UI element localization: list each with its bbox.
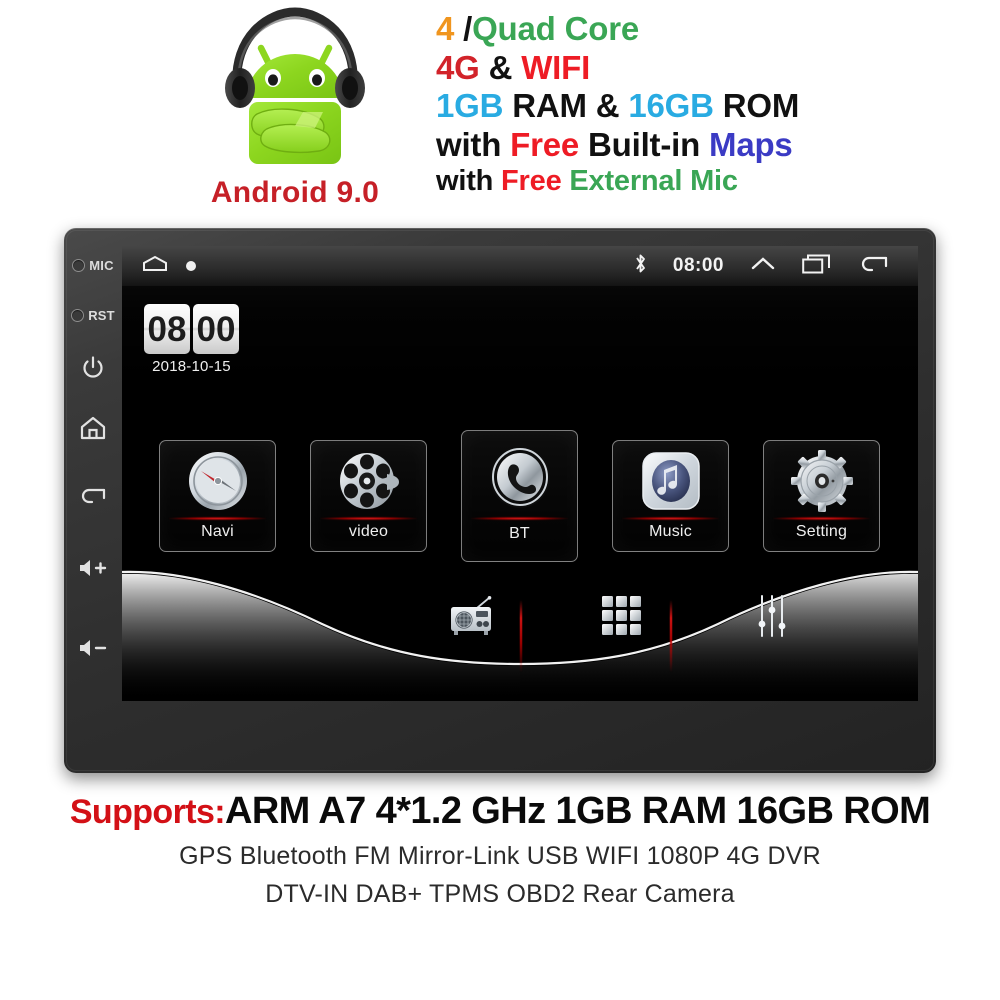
music-note-icon: [613, 447, 728, 515]
dock-item-all-apps[interactable]: [577, 586, 667, 646]
compass-icon: [160, 447, 275, 515]
app-tile-setting[interactable]: Setting: [763, 440, 880, 552]
flip-clock-widget[interactable]: 08 00 2018-10-15: [144, 304, 239, 375]
dock-bar: [122, 586, 918, 672]
dock-item-radio[interactable]: [427, 586, 517, 646]
feature-line-1: GPS Bluetooth FM Mirror-Link USB WIFI 10…: [179, 842, 821, 870]
clock-date: 2018-10-15: [152, 358, 231, 375]
supports-line: Supports:ARM A7 4*1.2 GHz 1GB RAM 16GB R…: [0, 790, 1000, 833]
supports-label: Supports:: [69, 793, 226, 831]
spec-line-3: 1GB RAM & 16GB ROM: [436, 89, 996, 123]
bluetooth-icon: [634, 253, 647, 279]
spec-line-1: 4 /Quad Core: [436, 12, 996, 46]
tile-glow: [773, 517, 870, 520]
spec-part: 16GB: [628, 87, 714, 125]
home-button[interactable]: [64, 416, 122, 444]
dot-indicator-icon: [186, 261, 196, 271]
spec-part: 4: [436, 10, 455, 47]
app-tile-navi[interactable]: Navi: [159, 440, 276, 552]
clock-minutes: 00: [193, 304, 239, 354]
feature-line-2: DTV-IN DAB+ TPMS OBD2 Rear Camera: [265, 880, 735, 908]
spec-part: Built-in: [579, 125, 710, 163]
home-icon: [80, 416, 106, 440]
app-label: Music: [649, 523, 692, 540]
volume-up-icon: [80, 560, 107, 576]
dock-separator: [520, 600, 522, 672]
reset-hole-label: RST: [88, 308, 115, 323]
mic-hole[interactable]: MIC: [64, 258, 122, 273]
tile-glow: [320, 517, 417, 520]
app-label: video: [348, 523, 389, 540]
clock-hours: 08: [144, 304, 190, 354]
spec-part: 4G: [436, 48, 480, 86]
spec-part: with: [436, 125, 511, 163]
radio-icon: [451, 596, 492, 635]
status-clock: 08:00: [672, 255, 724, 276]
spec-highlight-list: 4 /Quad Core 4G & WIFI 1GB RAM & 16GB ROM w…: [436, 12, 996, 201]
app-tile-bt[interactable]: BT: [461, 430, 578, 562]
volume-down-icon: [80, 640, 107, 656]
power-icon: [83, 356, 103, 378]
reset-hole[interactable]: RST: [64, 308, 122, 323]
back-icon: [81, 488, 106, 504]
spec-part: /: [454, 10, 473, 47]
tile-glow: [471, 517, 568, 520]
reset-hole-opening: [71, 309, 85, 322]
spec-line-5: with Free External Mic: [436, 164, 996, 197]
android-version-label: Android 9.0: [210, 176, 380, 209]
app-label: Navi: [201, 523, 234, 540]
dock-item-equalizer[interactable]: [727, 586, 817, 646]
volume-down-button[interactable]: [64, 638, 122, 662]
recent-apps-icon[interactable]: [802, 254, 832, 279]
volume-up-button[interactable]: [64, 558, 122, 582]
app-shortcut-row: Navi video BT Music Setting: [122, 426, 918, 562]
spec-part: 1GB: [436, 87, 504, 125]
touchscreen[interactable]: 08:00 08 00 2018-10-15 Navi video BT Mus…: [122, 246, 918, 701]
spec-part: with: [436, 164, 502, 197]
tile-glow: [169, 517, 266, 520]
spec-part: RAM &: [503, 87, 629, 125]
spec-part: External Mic: [561, 164, 738, 197]
home-outline-icon[interactable]: [142, 255, 168, 277]
spec-part: WIFI: [521, 48, 591, 86]
equalizer-sliders-icon: [758, 595, 786, 637]
power-button[interactable]: [64, 356, 122, 384]
spec-line-4: with Free Built-in Maps: [436, 128, 996, 162]
android-status-bar: 08:00: [122, 246, 918, 286]
spec-line-2: 4G & WIFI: [436, 48, 996, 86]
app-label: BT: [509, 525, 530, 542]
mic-hole-label: MIC: [89, 258, 114, 273]
chevron-up-icon[interactable]: [750, 255, 776, 278]
supports-hardware-specs: ARM A7 4*1.2 GHz 1GB RAM 16GB ROM: [224, 790, 931, 832]
film-reel-icon: [311, 447, 426, 515]
supported-features-block: Supports:ARM A7 4*1.2 GHz 1GB RAM 16GB R…: [0, 790, 1000, 909]
back-arrow-icon[interactable]: [858, 254, 888, 278]
tile-glow: [622, 517, 719, 520]
spec-part: &: [479, 48, 522, 86]
spec-part: ROM: [713, 87, 800, 125]
mic-hole-opening: [72, 259, 86, 272]
promo-banner: Android 9.0 4 /Quad Core 4G & WIFI 1GB RAM…: [0, 0, 1000, 228]
spec-part: Quad Core: [472, 10, 639, 47]
app-tile-music[interactable]: Music: [612, 440, 729, 552]
dock-separator: [670, 600, 672, 672]
spec-part: Free: [510, 125, 580, 163]
car-stereo-device: MIC RST 08:00 08 00 2018-10-15 Navi vide…: [64, 228, 936, 773]
gear-icon: [764, 447, 879, 515]
app-label: Setting: [795, 523, 848, 540]
spec-part: Maps: [709, 125, 793, 163]
spec-part: Free: [501, 164, 562, 197]
app-grid-icon: [602, 596, 641, 635]
android-robot-with-headphones-icon: [225, 7, 365, 164]
phone-handset-icon: [462, 443, 577, 511]
physical-button-rail: MIC RST: [64, 228, 122, 773]
app-tile-video[interactable]: video: [310, 440, 427, 552]
android-mascot-block: Android 9.0: [160, 2, 430, 222]
back-button[interactable]: [64, 486, 122, 510]
